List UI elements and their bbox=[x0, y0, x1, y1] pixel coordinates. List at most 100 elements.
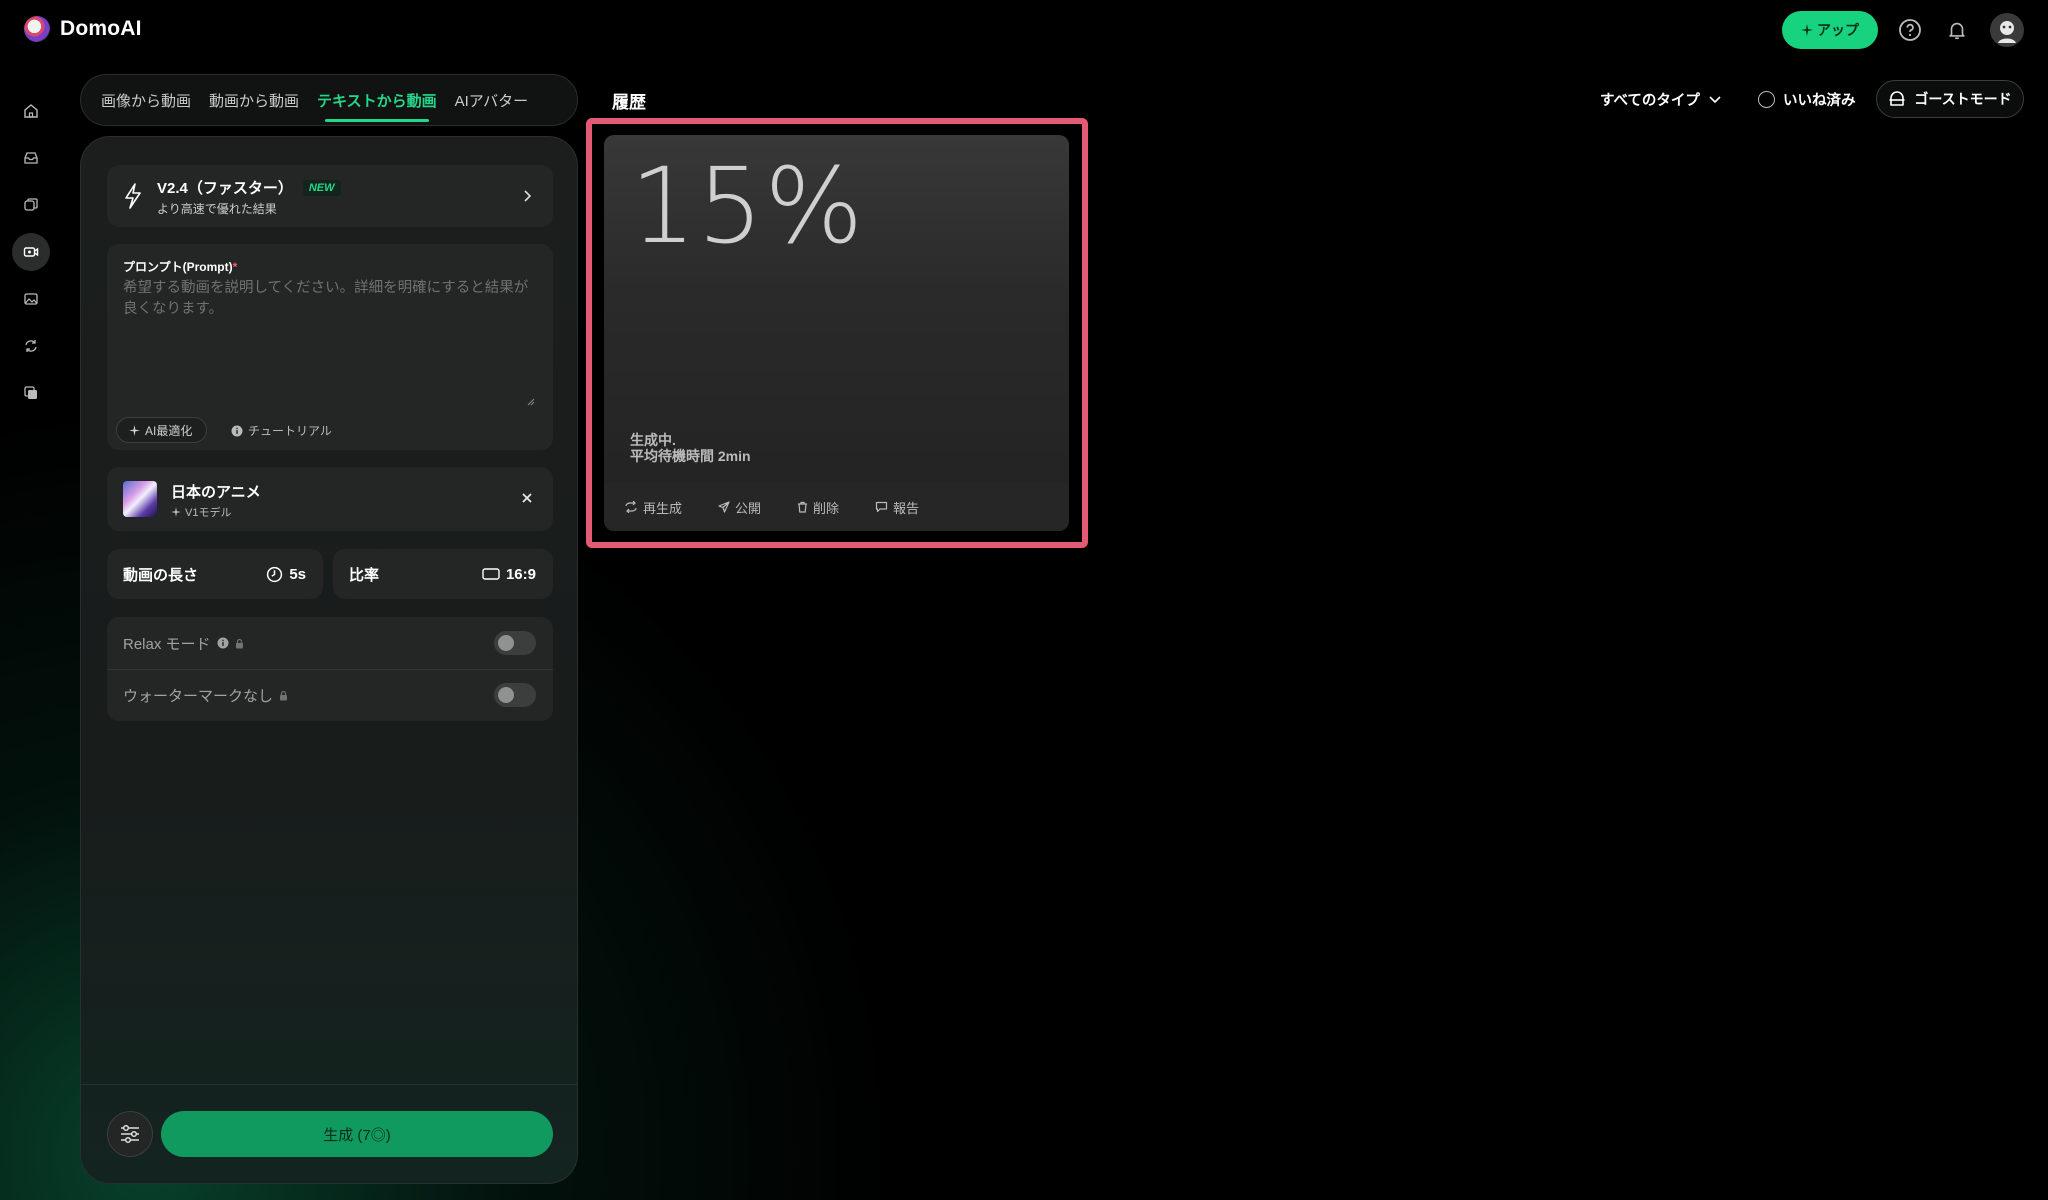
tutorial-link[interactable]: チュートリアル bbox=[231, 422, 332, 439]
report-button[interactable]: 報告 bbox=[875, 498, 919, 517]
lightning-icon bbox=[125, 183, 141, 209]
duration-selector[interactable]: 動画の長さ 5s bbox=[107, 549, 323, 599]
trash-icon bbox=[798, 501, 808, 513]
copy-icon bbox=[24, 386, 37, 399]
ai-optimize-button[interactable]: AI最適化 bbox=[116, 417, 208, 443]
duration-value: 5s bbox=[289, 565, 306, 583]
no-watermark-row: ウォーターマークなし bbox=[107, 669, 553, 721]
brand-name: DomoAI bbox=[60, 17, 142, 40]
sparkle-icon bbox=[171, 507, 181, 517]
chevron-down-icon bbox=[1709, 95, 1721, 103]
delete-button[interactable]: 削除 bbox=[797, 498, 839, 517]
repeat-icon bbox=[625, 501, 637, 513]
required-mark: * bbox=[232, 260, 238, 274]
info-icon bbox=[217, 637, 229, 649]
model-subtitle: より高速で優れた結果 bbox=[157, 202, 277, 216]
ghost-mode-label: ゴーストモード bbox=[1914, 91, 2012, 107]
rail-inbox[interactable] bbox=[12, 139, 50, 177]
publish-button[interactable]: 公開 bbox=[718, 498, 761, 517]
prompt-input[interactable] bbox=[123, 278, 537, 398]
sparkle-icon bbox=[1801, 24, 1813, 36]
close-icon[interactable] bbox=[517, 487, 537, 511]
ratio-selector[interactable]: 比率 16:9 bbox=[333, 549, 553, 599]
job-wait-time: 平均待機時間 2min bbox=[630, 448, 751, 464]
relax-mode-row: Relax モード bbox=[107, 617, 553, 669]
inbox-icon bbox=[24, 152, 38, 164]
logo[interactable]: DomoAI bbox=[24, 16, 142, 42]
relax-mode-label: Relax モード bbox=[123, 635, 211, 653]
liked-label: いいね済み bbox=[1783, 93, 1856, 109]
style-thumbnail bbox=[123, 481, 157, 517]
ai-optimize-label: AI最適化 bbox=[145, 423, 193, 438]
no-watermark-label: ウォーターマークなし bbox=[123, 687, 274, 705]
model-selector[interactable]: V2.4（ファスター） NEW より高速で優れた結果 bbox=[107, 165, 553, 227]
liked-filter[interactable]: いいね済み bbox=[1758, 89, 1856, 110]
divider bbox=[81, 1084, 577, 1085]
info-icon bbox=[231, 425, 243, 436]
layers-icon bbox=[24, 198, 38, 211]
style-name: 日本のアニメ bbox=[171, 484, 261, 501]
delete-label: 削除 bbox=[813, 500, 840, 516]
ghost-mode-button[interactable]: ゴーストモード bbox=[1876, 80, 2024, 118]
left-rail bbox=[12, 92, 50, 421]
regenerate-label: 再生成 bbox=[643, 500, 683, 516]
style-model-label: V1モデル bbox=[185, 507, 232, 519]
style-selector[interactable]: 日本のアニメ V1モデル bbox=[107, 467, 553, 531]
job-actions: 再生成 公開 削除 報告 bbox=[604, 483, 1069, 531]
rail-image[interactable] bbox=[12, 280, 50, 318]
model-title: V2.4（ファスター） bbox=[157, 180, 293, 197]
resize-handle-icon[interactable] bbox=[525, 396, 535, 406]
lock-icon bbox=[235, 638, 243, 648]
chevron-right-icon bbox=[524, 190, 532, 202]
ratio-label: 比率 bbox=[349, 566, 380, 584]
duration-label: 動画の長さ bbox=[123, 566, 199, 584]
send-icon bbox=[718, 501, 730, 513]
type-filter-dropdown[interactable]: すべてのタイプ bbox=[1600, 89, 1722, 110]
aspect-ratio-icon bbox=[482, 568, 500, 580]
prompt-label: プロンプト(Prompt) bbox=[123, 260, 233, 274]
relax-mode-toggle[interactable] bbox=[494, 631, 536, 655]
rail-home[interactable] bbox=[12, 92, 50, 130]
upgrade-label: アップ bbox=[1817, 22, 1859, 38]
ratio-value: 16:9 bbox=[505, 565, 536, 583]
regenerate-button[interactable]: 再生成 bbox=[624, 498, 682, 517]
convert-icon bbox=[25, 340, 37, 352]
publish-label: 公開 bbox=[735, 500, 762, 516]
tab-video-to-video[interactable]: 動画から動画 bbox=[209, 75, 299, 125]
new-badge: NEW bbox=[302, 179, 341, 196]
history-title: 履歴 bbox=[612, 93, 646, 112]
tab-text-to-video[interactable]: テキストから動画 bbox=[317, 75, 437, 125]
liked-checkbox[interactable] bbox=[1758, 91, 1775, 108]
type-filter-label: すべてのタイプ bbox=[1600, 93, 1700, 109]
rail-convert[interactable] bbox=[12, 327, 50, 365]
tutorial-label: チュートリアル bbox=[248, 424, 332, 438]
rail-layers[interactable] bbox=[12, 186, 50, 224]
top-bar: DomoAI アップ bbox=[0, 0, 2048, 60]
video-camera-icon bbox=[23, 247, 39, 257]
clock-icon bbox=[267, 566, 283, 582]
advanced-settings-button[interactable] bbox=[107, 1111, 153, 1157]
report-label: 報告 bbox=[893, 500, 920, 516]
comment-icon bbox=[875, 501, 888, 513]
ghost-icon bbox=[1889, 91, 1905, 106]
rail-video[interactable] bbox=[12, 233, 50, 271]
logo-icon bbox=[24, 16, 50, 42]
help-icon[interactable] bbox=[1897, 17, 1923, 43]
avatar[interactable] bbox=[1990, 13, 2024, 47]
generate-button[interactable]: 生成 (7◎) bbox=[161, 1111, 553, 1157]
image-icon bbox=[24, 293, 38, 305]
upgrade-button[interactable]: アップ bbox=[1782, 11, 1878, 49]
sliders-icon bbox=[121, 1124, 139, 1144]
progress-percent: 15% bbox=[630, 145, 865, 267]
sparkle-icon bbox=[129, 424, 140, 436]
bell-icon[interactable] bbox=[1944, 17, 1970, 43]
home-icon bbox=[24, 104, 38, 118]
tab-image-to-video[interactable]: 画像から動画 bbox=[101, 75, 191, 125]
toggle-card: Relax モード ウォーターマークなし bbox=[107, 617, 553, 721]
generation-job-card[interactable]: 15% 生成中. 平均待機時間 2min 再生成 公開 削除 報告 bbox=[604, 135, 1069, 531]
tab-ai-avatar[interactable]: AIアバター bbox=[455, 75, 529, 125]
rail-copy[interactable] bbox=[12, 374, 50, 412]
no-watermark-toggle[interactable] bbox=[494, 683, 536, 707]
prompt-card: プロンプト(Prompt)* AI最適化 チュートリアル bbox=[107, 244, 553, 450]
lock-icon bbox=[280, 690, 288, 700]
